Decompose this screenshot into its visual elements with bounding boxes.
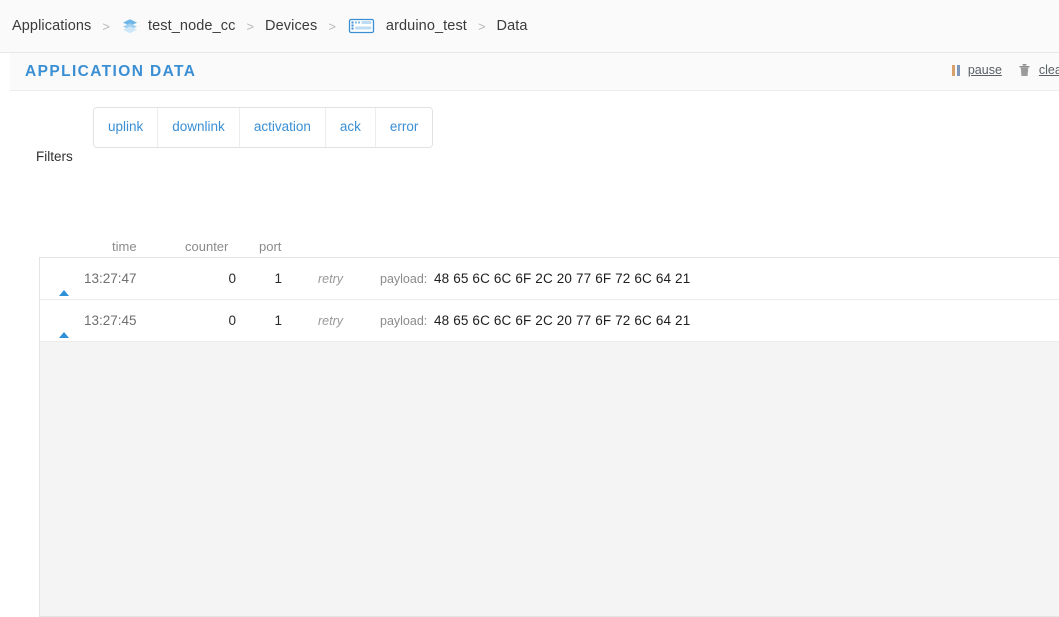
filter-button-ack[interactable]: ack <box>325 108 376 147</box>
clear-button[interactable]: clear <box>1039 63 1059 77</box>
uplink-triangle-icon <box>59 317 69 338</box>
pause-icon[interactable] <box>951 64 960 76</box>
trash-icon[interactable] <box>1018 63 1031 77</box>
cell-payload-value: 48 65 6C 6C 6F 2C 20 77 6F 72 6C 64 21 <box>434 271 691 286</box>
column-header-port: port <box>259 239 282 254</box>
breadcrumb-item-data[interactable]: Data <box>497 18 528 34</box>
breadcrumb-separator: > <box>328 18 336 34</box>
panel-header: APPLICATION DATA pause clear <box>10 53 1059 91</box>
panel-actions: pause clear <box>951 63 1059 77</box>
column-header-counter: counter <box>185 239 229 254</box>
layers-icon <box>121 17 139 35</box>
filter-button-activation[interactable]: activation <box>239 108 326 147</box>
filter-button-uplink[interactable]: uplink <box>94 108 159 147</box>
device-chip-icon <box>347 16 377 36</box>
table-row[interactable]: 13:27:45 0 1 retry payload: 48 65 6C 6C … <box>40 300 1059 342</box>
breadcrumb-label-applications[interactable]: Applications <box>12 18 91 34</box>
cell-counter: 0 <box>228 313 236 328</box>
cell-time: 13:27:47 <box>84 271 137 286</box>
pause-button[interactable]: pause <box>968 63 1002 77</box>
breadcrumb-bar: Applications > test_node_cc > Devices > <box>0 0 1059 53</box>
breadcrumb-separator: > <box>246 18 255 34</box>
breadcrumb-label-data[interactable]: Data <box>497 18 528 34</box>
breadcrumb-label-devices[interactable]: Devices <box>265 18 317 34</box>
application-data-panel: APPLICATION DATA pause clear Filters upl… <box>10 53 1059 617</box>
cell-payload-label: payload: <box>380 272 428 286</box>
breadcrumb-item-device[interactable]: arduino_test <box>347 16 467 36</box>
cell-time: 13:27:45 <box>84 313 137 328</box>
breadcrumb-item-application[interactable]: test_node_cc <box>121 17 235 35</box>
uplink-triangle-icon <box>59 275 69 296</box>
table-row[interactable]: 13:27:47 0 1 retry payload: 48 65 6C 6C … <box>40 258 1059 300</box>
table-column-headers: time counter port <box>10 239 1059 255</box>
breadcrumb-item-applications[interactable]: Applications <box>12 18 91 34</box>
cell-port: 1 <box>274 271 282 286</box>
cell-payload-label: payload: <box>380 314 428 328</box>
breadcrumb-item-devices[interactable]: Devices <box>265 18 317 34</box>
breadcrumb-label-application[interactable]: test_node_cc <box>148 18 235 34</box>
cell-counter: 0 <box>228 271 236 286</box>
column-header-time: time <box>112 239 137 254</box>
breadcrumb-separator: > <box>102 18 110 34</box>
cell-port: 1 <box>274 313 282 328</box>
cell-payload-value: 48 65 6C 6C 6F 2C 20 77 6F 72 6C 64 21 <box>434 313 691 328</box>
breadcrumb-label-device[interactable]: arduino_test <box>386 18 467 34</box>
cell-retry: retry <box>318 272 343 286</box>
cell-retry: retry <box>318 314 343 328</box>
filters-label: Filters <box>36 149 73 164</box>
breadcrumb-separator: > <box>477 18 486 34</box>
filter-button-error[interactable]: error <box>375 108 433 147</box>
page-title: APPLICATION DATA <box>25 63 197 80</box>
filter-button-group: uplink downlink activation ack error <box>93 107 434 148</box>
data-table: 13:27:47 0 1 retry payload: 48 65 6C 6C … <box>39 257 1059 617</box>
filter-button-downlink[interactable]: downlink <box>158 108 240 147</box>
